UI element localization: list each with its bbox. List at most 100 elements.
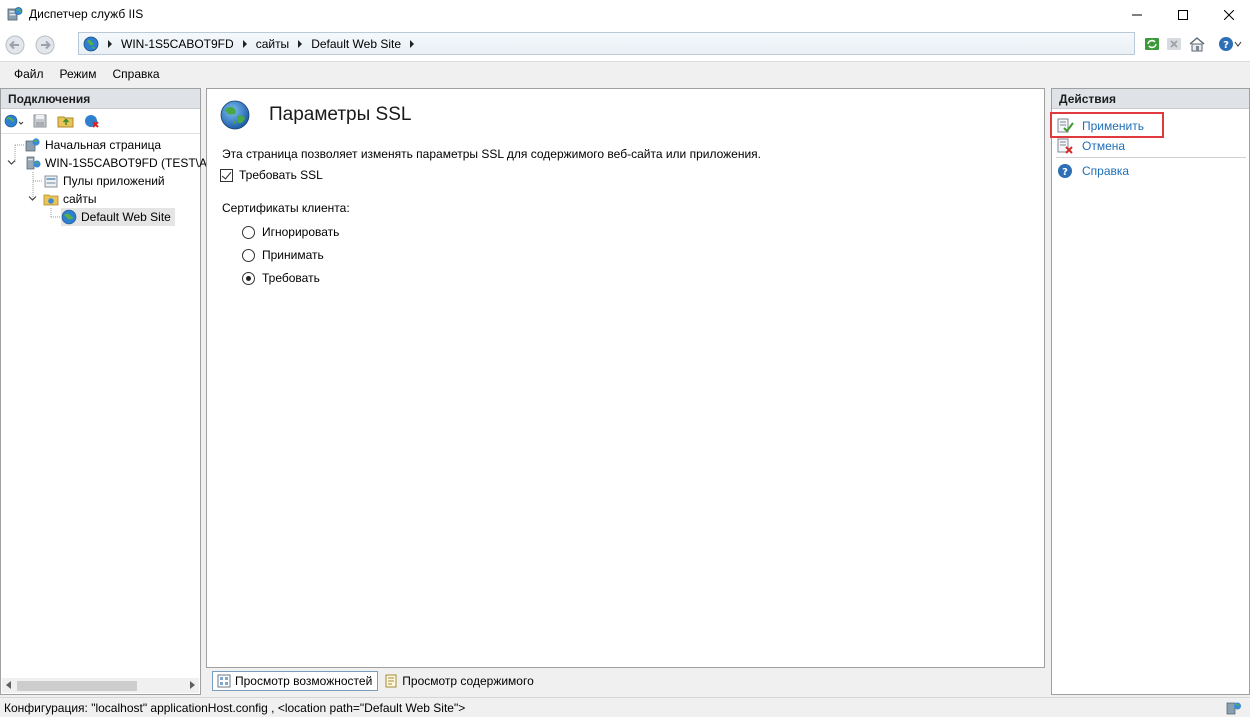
stop-icon [1167, 38, 1181, 50]
connections-horizontal-scrollbar[interactable] [2, 678, 199, 693]
help-action[interactable]: ? Справка [1056, 162, 1129, 180]
help-icon: ? [1058, 164, 1072, 178]
ssl-settings-panel: Параметры SSL Эта страница позволяет изм… [206, 88, 1045, 668]
tree-item-label: Default Web Site [81, 210, 171, 224]
scroll-right-icon[interactable] [190, 681, 195, 689]
svg-text:?: ? [1223, 40, 1229, 51]
chevron-down-icon [1234, 41, 1242, 47]
tree-item-start-page[interactable]: Начальная страница [25, 136, 161, 154]
back-button[interactable] [3, 34, 27, 56]
connections-pane: Подключения Начальная страница WIN-1S5CA… [0, 88, 214, 695]
menu-bar: Файл Режим Справка [0, 61, 1250, 86]
home-button[interactable] [1186, 33, 1208, 55]
tab-features-label: Просмотр возможностей [235, 674, 373, 688]
back-arrow-icon [5, 35, 25, 55]
require-ssl-checkbox[interactable] [220, 168, 233, 182]
tree-item-label: Начальная страница [45, 138, 162, 152]
tab-features-view[interactable]: Просмотр возможностей [212, 671, 379, 691]
breadcrumb-server[interactable]: WIN-1S5CABOT9FD [121, 37, 234, 51]
accept-label: Принимать [262, 248, 324, 262]
apply-highlight-box [1050, 112, 1164, 138]
require-ssl-label: Требовать SSL [239, 168, 323, 182]
breadcrumb-separator-icon[interactable] [108, 39, 112, 48]
chevron-down-icon[interactable] [28, 194, 37, 203]
refresh-icon [1145, 38, 1159, 50]
status-bar: Конфигурация: "localhost" applicationHos… [0, 697, 1250, 717]
up-level-button[interactable] [55, 111, 77, 131]
connect-globe-icon [4, 114, 24, 128]
actions-header: Действия [1052, 89, 1249, 109]
close-icon [1224, 9, 1234, 20]
breadcrumb-separator-icon[interactable] [298, 39, 303, 48]
menu-file[interactable]: Файл [8, 67, 52, 81]
view-tabs: Просмотр возможностей Просмотр содержимо… [206, 670, 1045, 692]
help-dropdown-button[interactable]: ? [1214, 33, 1246, 55]
scroll-left-icon[interactable] [6, 681, 11, 689]
network-status-icon [1226, 702, 1241, 715]
scrollbar-thumb[interactable] [17, 681, 137, 691]
help-label: Справка [1082, 164, 1130, 178]
connections-toolbar [1, 109, 200, 134]
close-button[interactable] [1206, 0, 1250, 29]
actions-divider [1056, 157, 1246, 158]
delete-connection-icon [85, 115, 99, 128]
maximize-button[interactable] [1160, 0, 1206, 29]
delete-connection-button[interactable] [81, 111, 103, 131]
stop-button[interactable] [1163, 33, 1185, 55]
cancel-label: Отмена [1082, 139, 1126, 153]
breadcrumb-separator-icon[interactable] [410, 39, 415, 48]
folder-up-icon [57, 116, 74, 128]
tree-item-sites[interactable]: сайты [43, 190, 97, 208]
tree-item-label: сайты [63, 192, 97, 206]
minimize-icon [1132, 14, 1142, 15]
client-cert-require-option[interactable]: Требовать [242, 271, 320, 285]
globe-icon [83, 36, 99, 51]
connections-tree: Начальная страница WIN-1S5CABOT9FD (TEST… [1, 134, 214, 226]
connections-header: Подключения [1, 89, 200, 109]
tree-item-label: WIN-1S5CABOT9FD (TEST\Ад [45, 156, 215, 170]
page-description: Эта страница позволяет изменять параметр… [222, 147, 761, 161]
address-bar[interactable]: WIN-1S5CABOT9FD сайты Default Web Site [78, 32, 1135, 55]
help-icon: ? [1219, 37, 1233, 51]
actions-pane: Действия Применить Отмена ? Справка [1051, 88, 1250, 695]
require-radio[interactable] [242, 271, 255, 285]
require-label: Требовать [262, 271, 320, 285]
menu-view[interactable]: Режим [54, 67, 105, 81]
save-icon [33, 114, 47, 128]
tree-item-default-web-site[interactable]: Default Web Site [61, 208, 175, 226]
breadcrumb-sites[interactable]: сайты [256, 37, 290, 51]
tree-item-app-pools[interactable]: Пулы приложений [43, 172, 165, 190]
globe-icon [61, 209, 77, 225]
globe-icon [220, 100, 250, 130]
sites-folder-icon [43, 194, 59, 206]
maximize-icon [1178, 9, 1188, 20]
accept-radio[interactable] [242, 248, 255, 262]
tree-item-label: Пулы приложений [63, 174, 165, 188]
features-view-icon [217, 674, 231, 688]
breadcrumb-separator-icon[interactable] [242, 39, 247, 48]
client-cert-accept-option[interactable]: Принимать [242, 248, 324, 262]
tab-content-view[interactable]: Просмотр содержимого [380, 671, 538, 691]
app-pools-icon [44, 175, 58, 188]
minimize-button[interactable] [1114, 0, 1160, 29]
cancel-action[interactable]: Отмена [1056, 137, 1125, 155]
refresh-button[interactable] [1141, 33, 1163, 55]
chevron-down-icon[interactable] [7, 158, 16, 167]
ignore-radio[interactable] [242, 225, 255, 239]
client-certificates-label: Сертификаты клиента: [222, 201, 350, 215]
forward-button[interactable] [33, 34, 57, 56]
client-cert-ignore-option[interactable]: Игнорировать [242, 225, 339, 239]
cancel-icon [1057, 138, 1073, 154]
home-page-icon [25, 138, 40, 152]
breadcrumb-default-web-site[interactable]: Default Web Site [311, 37, 401, 51]
iis-manager-icon [7, 7, 23, 21]
menu-help[interactable]: Справка [107, 67, 168, 81]
page-title: Параметры SSL [269, 104, 412, 125]
new-connection-button[interactable] [3, 111, 25, 131]
save-connections-button[interactable] [29, 111, 51, 131]
server-icon [26, 156, 41, 170]
title-bar: Диспетчер служб IIS [0, 0, 1250, 29]
tree-item-server[interactable]: WIN-1S5CABOT9FD (TEST\Ад [25, 154, 214, 172]
require-ssl-option[interactable]: Требовать SSL [220, 168, 323, 182]
svg-text:?: ? [1062, 167, 1068, 178]
